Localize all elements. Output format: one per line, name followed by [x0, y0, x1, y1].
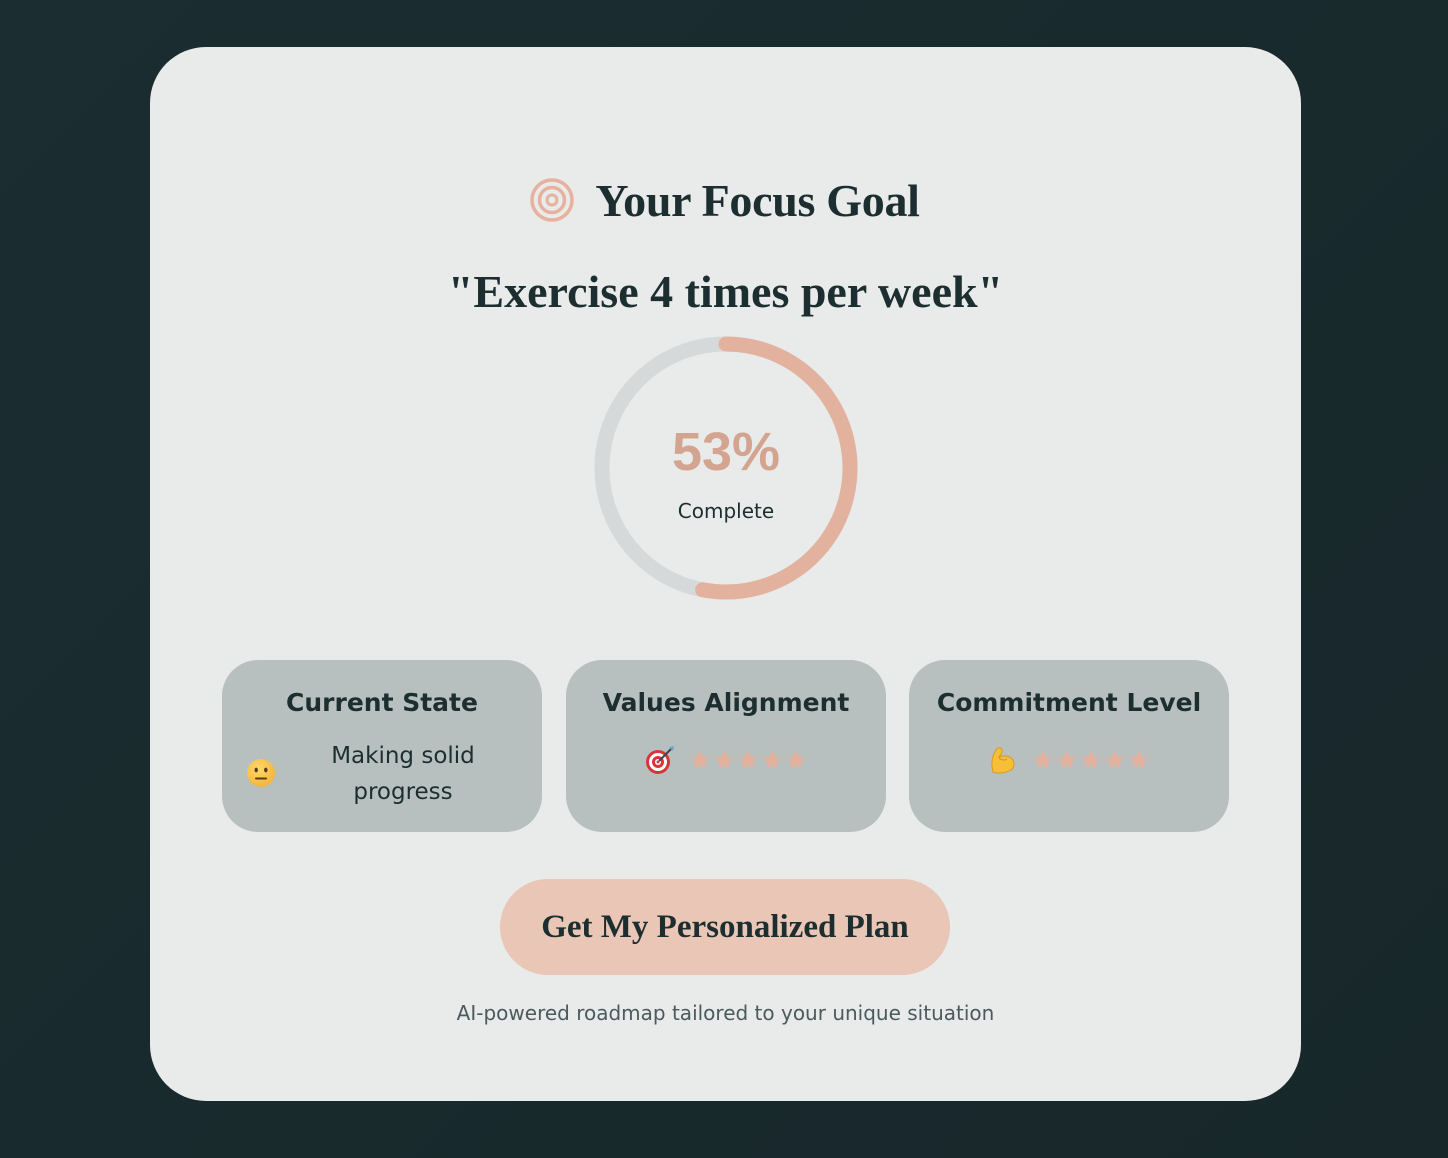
- tile-title: Current State: [286, 688, 478, 717]
- cta-subtitle: AI-powered roadmap tailored to your uniq…: [456, 1001, 995, 1025]
- current-state-text: Making solid progress: [331, 743, 475, 805]
- progress-percent: 53%: [671, 422, 781, 482]
- star-icon: [1105, 750, 1125, 769]
- goal-card: Your Focus Goal "Exercise 4 times per we…: [150, 47, 1301, 1101]
- values-rating: [566, 744, 886, 776]
- flexed-biceps-icon: [991, 747, 1015, 774]
- star-rating: [688, 748, 808, 772]
- progress-ring: 53% Complete: [593, 335, 859, 601]
- star-icon: [1033, 750, 1053, 769]
- values-alignment-tile: Values Alignment: [566, 660, 886, 832]
- goal-text: "Exercise 4 times per week": [447, 266, 1004, 317]
- card-header: Your Focus Goal: [148, 171, 1301, 229]
- star-icon: [690, 750, 710, 769]
- commitment-rating: [909, 744, 1229, 776]
- neutral-face-icon: [247, 759, 275, 787]
- page-title: Your Focus Goal: [595, 174, 920, 226]
- star-icon: [762, 750, 782, 769]
- progress-label: Complete: [677, 499, 775, 523]
- current-state-tile: Current State Making solid progress: [222, 660, 542, 832]
- commitment-level-tile: Commitment Level: [909, 660, 1229, 832]
- target-icon: [530, 178, 575, 222]
- star-icon: [786, 750, 806, 769]
- star-icon: [714, 750, 734, 769]
- get-plan-button[interactable]: Get My Personalized Plan: [500, 879, 950, 975]
- star-icon: [1057, 750, 1077, 769]
- tile-title: Commitment Level: [936, 688, 1202, 717]
- star-icon: [1081, 750, 1101, 769]
- tile-title: Values Alignment: [602, 688, 850, 717]
- star-icon: [738, 750, 758, 769]
- star-icon: [1129, 750, 1149, 769]
- star-rating: [1031, 748, 1151, 772]
- bullseye-dart-icon: [646, 746, 674, 774]
